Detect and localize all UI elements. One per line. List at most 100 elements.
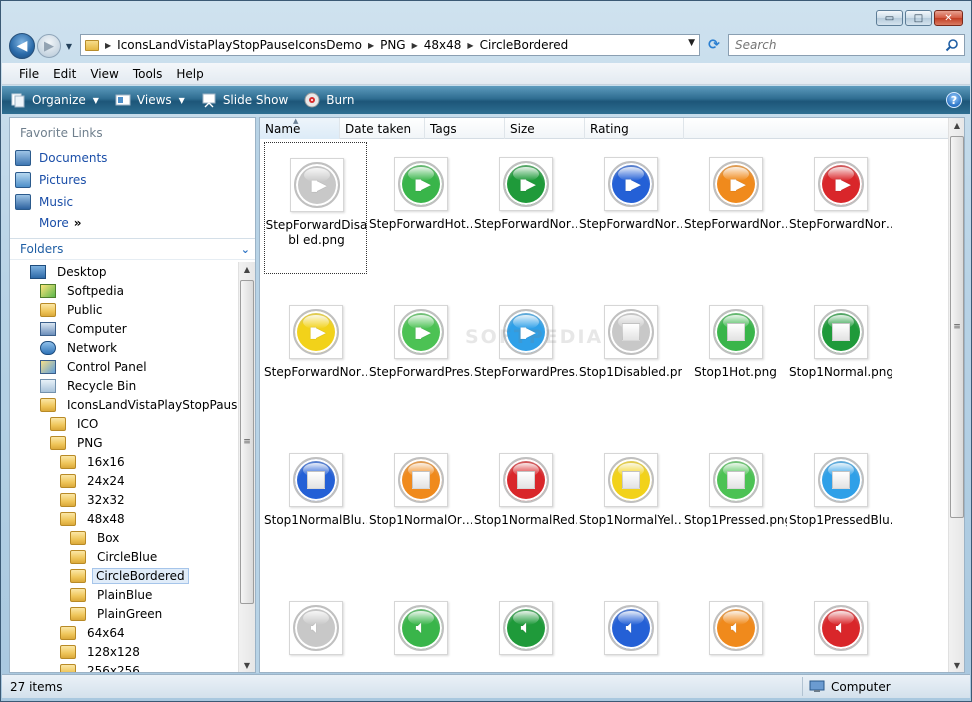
folder-tree-scrollbar[interactable]: ▲ ≡ ▼ <box>238 262 255 672</box>
file-item[interactable]: ▮▶ StepForwardNor… <box>789 142 892 274</box>
tree-item[interactable]: PlainGreen <box>70 604 167 623</box>
file-item[interactable]: ▮▶ StepForwardDisabl ed.png <box>264 142 367 274</box>
computer-icon <box>40 321 56 336</box>
close-button[interactable]: ✕ <box>934 10 963 26</box>
breadcrumb-separator-icon[interactable]: ▶ <box>105 41 111 50</box>
file-item[interactable]: Stop1NormalBlu… <box>264 438 367 570</box>
column-name[interactable]: ▲ Name <box>260 118 340 139</box>
file-item[interactable]: ▮▶ StepForwardNor… <box>474 142 577 274</box>
file-item[interactable]: Stop1PressedBlu… <box>789 438 892 570</box>
address-dropdown-icon[interactable]: ▼ <box>688 38 695 48</box>
tree-item[interactable]: CircleBlue <box>70 547 162 566</box>
tree-item[interactable]: Recycle Bin <box>40 376 141 395</box>
menu-edit[interactable]: Edit <box>46 67 83 81</box>
menu-file[interactable]: File <box>12 67 46 81</box>
favorite-documents[interactable]: Documents <box>15 150 107 166</box>
file-item[interactable]: 🔈︎ <box>684 586 787 672</box>
organize-button[interactable]: Organize ▼ <box>10 92 99 108</box>
address-bar[interactable]: ▶ IconsLandVistaPlayStopPauseIconsDemo ▶… <box>80 34 700 56</box>
slideshow-button[interactable]: Slide Show <box>201 92 288 108</box>
tree-item[interactable]: 32x32 <box>60 490 130 509</box>
file-item[interactable]: 🔈︎ <box>369 586 472 672</box>
search-box[interactable] <box>728 34 965 56</box>
file-item[interactable]: ▮▶ StepForwardPres… <box>369 290 472 422</box>
file-item[interactable]: 🔈︎ <box>789 586 892 672</box>
tree-item[interactable]: Desktop <box>30 262 112 281</box>
tree-item[interactable]: 64x64 <box>60 623 130 642</box>
favorite-more[interactable]: More » <box>39 216 82 230</box>
file-item[interactable]: ▮▶ StepForwardNor… <box>264 290 367 422</box>
recent-pages-dropdown[interactable]: ▼ <box>63 42 75 51</box>
views-button[interactable]: Views ▼ <box>115 92 185 108</box>
breadcrumb-item[interactable]: 48x48 <box>424 38 462 52</box>
menu-help[interactable]: Help <box>169 67 210 81</box>
folders-header[interactable]: Folders ⌄ <box>10 238 255 260</box>
scroll-down-arrow-icon[interactable]: ▼ <box>239 658 255 672</box>
search-icon[interactable] <box>945 38 959 52</box>
column-size[interactable]: Size <box>505 118 585 139</box>
column-date-taken[interactable]: Date taken <box>340 118 425 139</box>
scroll-down-arrow-icon[interactable]: ▼ <box>949 658 964 672</box>
breadcrumb-separator-icon[interactable]: ▶ <box>467 41 473 50</box>
speaker-icon: 🔈︎ <box>608 605 654 651</box>
tree-item[interactable]: 16x16 <box>60 452 130 471</box>
forward-button[interactable]: ▶ <box>37 34 61 58</box>
menu-tools[interactable]: Tools <box>126 67 170 81</box>
file-item[interactable]: Stop1NormalRed… <box>474 438 577 570</box>
file-item[interactable]: Stop1Normal.png <box>789 290 892 422</box>
tree-item[interactable]: Public <box>40 300 108 319</box>
menu-view[interactable]: View <box>83 67 125 81</box>
file-item[interactable]: ▮▶ StepForwardNor… <box>684 142 787 274</box>
refresh-icon[interactable]: ⟳ <box>704 35 724 55</box>
file-item[interactable]: Stop1NormalYel… <box>579 438 682 570</box>
file-item[interactable]: ▮▶ StepForwardNor… <box>579 142 682 274</box>
file-item[interactable]: Stop1Pressed.png <box>684 438 787 570</box>
tree-item[interactable]: 128x128 <box>60 642 145 661</box>
tree-item[interactable]: 48x48 <box>60 509 130 528</box>
tree-item[interactable]: 24x24 <box>60 471 130 490</box>
scrollbar-thumb[interactable]: ≡ <box>240 280 254 604</box>
scrollbar-thumb[interactable]: ≡ <box>950 136 964 518</box>
tree-item[interactable]: Network <box>40 338 122 357</box>
breadcrumb-item[interactable]: PNG <box>380 38 406 52</box>
tree-item[interactable]: Softpedia <box>40 281 129 300</box>
tree-item[interactable]: Computer <box>40 319 132 338</box>
favorite-pictures[interactable]: Pictures <box>15 172 87 188</box>
file-item[interactable]: 🔈︎ <box>579 586 682 672</box>
maximize-button[interactable]: □ <box>905 10 932 26</box>
stop-icon <box>818 309 864 355</box>
file-item[interactable]: Stop1NormalOr… <box>369 438 472 570</box>
breadcrumb-separator-icon[interactable]: ▶ <box>368 41 374 50</box>
scroll-up-arrow-icon[interactable]: ▲ <box>949 118 964 132</box>
views-label: Views <box>136 93 172 107</box>
file-item[interactable]: ▮▶ StepForwardHot… <box>369 142 472 274</box>
tree-item[interactable]: CircleBordered <box>70 566 189 585</box>
breadcrumb-separator-icon[interactable]: ▶ <box>412 41 418 50</box>
file-item[interactable]: 🔈︎ <box>474 586 577 672</box>
tree-item[interactable]: Box <box>70 528 124 547</box>
column-rating[interactable]: Rating <box>585 118 684 139</box>
tree-item[interactable]: PNG <box>50 433 108 452</box>
burn-button[interactable]: Burn <box>304 92 354 108</box>
scroll-up-arrow-icon[interactable]: ▲ <box>239 262 255 276</box>
minimize-button[interactable]: ▭ <box>876 10 903 26</box>
breadcrumb-item[interactable]: IconsLandVistaPlayStopPauseIconsDemo <box>117 38 362 52</box>
help-icon[interactable]: ? <box>946 92 962 108</box>
folder-icon <box>50 416 66 431</box>
search-input[interactable] <box>735 38 935 52</box>
breadcrumb-item[interactable]: CircleBordered <box>480 38 569 52</box>
tree-item[interactable]: PlainBlue <box>70 585 157 604</box>
tree-item[interactable]: IconsLandVistaPlayStopPauseIcons <box>40 395 238 414</box>
tree-item-label: 128x128 <box>87 644 140 659</box>
file-item[interactable]: ▮▶ StepForwardPres… <box>474 290 577 422</box>
favorite-music[interactable]: Music <box>15 194 73 210</box>
file-item[interactable]: 🔈︎ <box>264 586 367 672</box>
tree-item[interactable]: ICO <box>50 414 103 433</box>
tree-item[interactable]: 256x256 <box>60 661 145 672</box>
file-item[interactable]: Stop1Hot.png <box>684 290 787 422</box>
column-tags[interactable]: Tags <box>425 118 505 139</box>
file-item[interactable]: Stop1Disabled.png <box>579 290 682 422</box>
back-button[interactable]: ◀ <box>9 33 35 59</box>
tree-item[interactable]: Control Panel <box>40 357 152 376</box>
file-list-scrollbar[interactable]: ▲ ≡ ▼ <box>948 118 964 672</box>
